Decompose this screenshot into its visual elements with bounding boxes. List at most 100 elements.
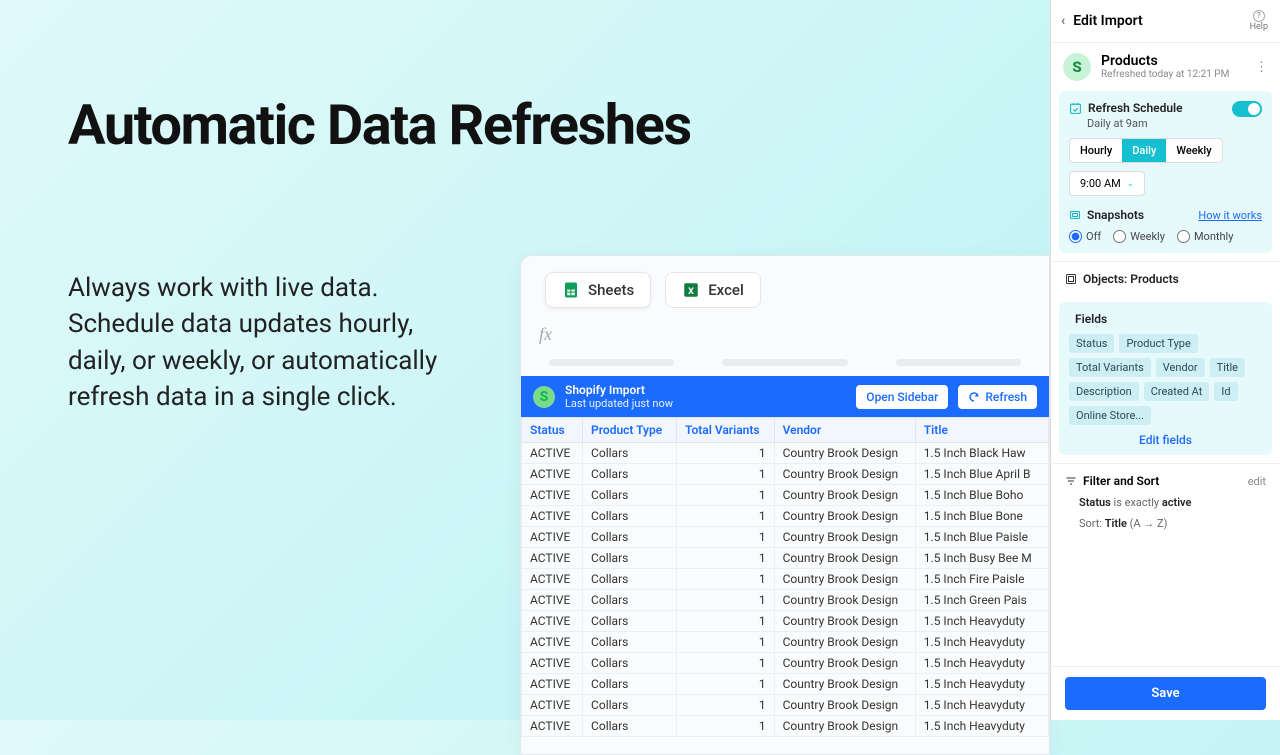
table-cell: 1 bbox=[676, 632, 774, 653]
spreadsheet-panel: Sheets X Excel fx S Shopify Import Last … bbox=[520, 255, 1050, 755]
google-sheets-icon bbox=[562, 281, 580, 299]
schedule-option-hourly[interactable]: Hourly bbox=[1070, 139, 1122, 162]
table-row: ACTIVECollars1Country Brook Design1.5 In… bbox=[522, 443, 1049, 464]
table-cell: 1 bbox=[676, 464, 774, 485]
fields-section: Fields Status Product Type Total Variants V… bbox=[1059, 302, 1272, 455]
edit-import-panel: ‹ Edit Import ?Help S Products Refreshed… bbox=[1050, 0, 1280, 720]
table-cell: ACTIVE bbox=[522, 506, 583, 527]
snapshot-option-monthly[interactable]: Monthly bbox=[1177, 230, 1234, 243]
schedule-title: Refresh Schedule bbox=[1088, 101, 1183, 115]
hero-title: Automatic Data Refreshes bbox=[68, 92, 691, 158]
schedule-frequency-segment[interactable]: HourlyDailyWeekly bbox=[1069, 138, 1223, 163]
field-chip[interactable]: Total Variants bbox=[1069, 358, 1151, 377]
table-row: ACTIVECollars1Country Brook Design1.5 In… bbox=[522, 611, 1049, 632]
field-chip[interactable]: Product Type bbox=[1119, 334, 1197, 353]
table-cell: Collars bbox=[583, 674, 677, 695]
snapshots-title: Snapshots bbox=[1087, 208, 1144, 222]
table-cell: ACTIVE bbox=[522, 464, 583, 485]
edit-fields-button[interactable]: Edit fields bbox=[1069, 425, 1262, 449]
filter-title: Filter and Sort bbox=[1083, 474, 1159, 488]
table-cell: 1.5 Inch Fire Paisle bbox=[915, 569, 1048, 590]
filter-icon bbox=[1065, 475, 1077, 487]
field-chip[interactable]: Id bbox=[1214, 382, 1237, 401]
table-row: ACTIVECollars1Country Brook Design1.5 In… bbox=[522, 695, 1049, 716]
field-chip[interactable]: Created At bbox=[1144, 382, 1210, 401]
how-it-works-link[interactable]: How it works bbox=[1198, 209, 1262, 222]
field-chips: Status Product Type Total Variants Vendor Ti… bbox=[1069, 334, 1262, 425]
table-row: ACTIVECollars1Country Brook Design1.5 In… bbox=[522, 527, 1049, 548]
table-cell: ACTIVE bbox=[522, 485, 583, 506]
table-cell: Country Brook Design bbox=[774, 485, 915, 506]
table-cell: 1 bbox=[676, 674, 774, 695]
table-cell: Country Brook Design bbox=[774, 527, 915, 548]
help-button[interactable]: ?Help bbox=[1250, 10, 1268, 32]
tab-excel-label: Excel bbox=[708, 281, 744, 299]
refresh-button[interactable]: Refresh bbox=[958, 385, 1037, 409]
table-cell: 1.5 Inch Heavyduty bbox=[915, 716, 1048, 737]
table-cell: Country Brook Design bbox=[774, 695, 915, 716]
table-cell: Country Brook Design bbox=[774, 569, 915, 590]
table-cell: 1 bbox=[676, 695, 774, 716]
import-subtitle: Last updated just now bbox=[565, 397, 846, 410]
table-cell: Country Brook Design bbox=[774, 443, 915, 464]
refresh-schedule-section: Refresh Schedule Daily at 9am HourlyDail… bbox=[1059, 91, 1272, 253]
placeholder-row bbox=[521, 351, 1049, 376]
table-cell: Country Brook Design bbox=[774, 716, 915, 737]
more-menu-button[interactable]: ⋮ bbox=[1255, 60, 1268, 75]
tab-sheets-label: Sheets bbox=[588, 281, 634, 299]
table-cell: Country Brook Design bbox=[774, 611, 915, 632]
table-cell: Collars bbox=[583, 485, 677, 506]
tab-sheets[interactable]: Sheets bbox=[545, 272, 651, 308]
back-button[interactable]: ‹ bbox=[1061, 13, 1065, 29]
column-header[interactable]: Total Variants bbox=[676, 418, 774, 443]
schedule-option-weekly[interactable]: Weekly bbox=[1166, 139, 1221, 162]
field-chip[interactable]: Description bbox=[1069, 382, 1139, 401]
formula-bar[interactable]: fx bbox=[521, 318, 1049, 351]
refresh-label: Refresh bbox=[985, 390, 1027, 404]
table-cell: Collars bbox=[583, 611, 677, 632]
filter-sort-section: Filter and Sort edit Status is exactly a… bbox=[1051, 463, 1280, 666]
open-sidebar-button[interactable]: Open Sidebar bbox=[856, 385, 948, 409]
table-row: ACTIVECollars1Country Brook Design1.5 In… bbox=[522, 506, 1049, 527]
table-row: ACTIVECollars1Country Brook Design1.5 In… bbox=[522, 569, 1049, 590]
field-chip[interactable]: Title bbox=[1210, 358, 1245, 377]
field-chip[interactable]: Vendor bbox=[1156, 358, 1205, 377]
table-cell: Collars bbox=[583, 464, 677, 485]
filter-rule: Status is exactly active bbox=[1079, 496, 1266, 509]
schedule-time-picker[interactable]: 9:00 AM ⌄ bbox=[1069, 171, 1145, 196]
tab-excel[interactable]: X Excel bbox=[665, 272, 761, 308]
table-cell: Collars bbox=[583, 506, 677, 527]
table-cell: 1.5 Inch Black Haw bbox=[915, 443, 1048, 464]
table-cell: 1.5 Inch Heavyduty bbox=[915, 632, 1048, 653]
source-icon: S bbox=[1063, 53, 1091, 81]
column-header[interactable]: Status bbox=[522, 418, 583, 443]
table-cell: 1 bbox=[676, 716, 774, 737]
table-cell: 1 bbox=[676, 611, 774, 632]
field-chip[interactable]: Online Store... bbox=[1069, 406, 1151, 425]
column-header[interactable]: Title bbox=[915, 418, 1048, 443]
refresh-icon bbox=[968, 391, 980, 403]
filter-edit-button[interactable]: edit bbox=[1248, 475, 1266, 488]
table-cell: 1.5 Inch Blue Bone bbox=[915, 506, 1048, 527]
table-row: ACTIVECollars1Country Brook Design1.5 In… bbox=[522, 653, 1049, 674]
save-button[interactable]: Save bbox=[1065, 677, 1266, 710]
schedule-option-daily[interactable]: Daily bbox=[1122, 139, 1166, 162]
snapshot-option-weekly[interactable]: Weekly bbox=[1113, 230, 1165, 243]
table-cell: Country Brook Design bbox=[774, 590, 915, 611]
table-cell: Country Brook Design bbox=[774, 506, 915, 527]
panel-header: ‹ Edit Import ?Help bbox=[1051, 0, 1280, 43]
snapshot-option-off[interactable]: Off bbox=[1069, 230, 1101, 243]
table-cell: ACTIVE bbox=[522, 611, 583, 632]
snapshot-icon bbox=[1069, 209, 1081, 221]
field-chip[interactable]: Status bbox=[1069, 334, 1114, 353]
table-cell: 1 bbox=[676, 443, 774, 464]
table-cell: 1 bbox=[676, 527, 774, 548]
schedule-toggle[interactable] bbox=[1232, 101, 1262, 117]
table-cell: 1.5 Inch Blue Boho bbox=[915, 485, 1048, 506]
sort-rule: Sort: Title (A → Z) bbox=[1079, 517, 1266, 530]
import-title: Shopify Import bbox=[565, 383, 846, 397]
table-cell: Collars bbox=[583, 695, 677, 716]
column-header[interactable]: Vendor bbox=[774, 418, 915, 443]
column-header[interactable]: Product Type bbox=[583, 418, 677, 443]
fields-title: Fields bbox=[1075, 312, 1107, 326]
